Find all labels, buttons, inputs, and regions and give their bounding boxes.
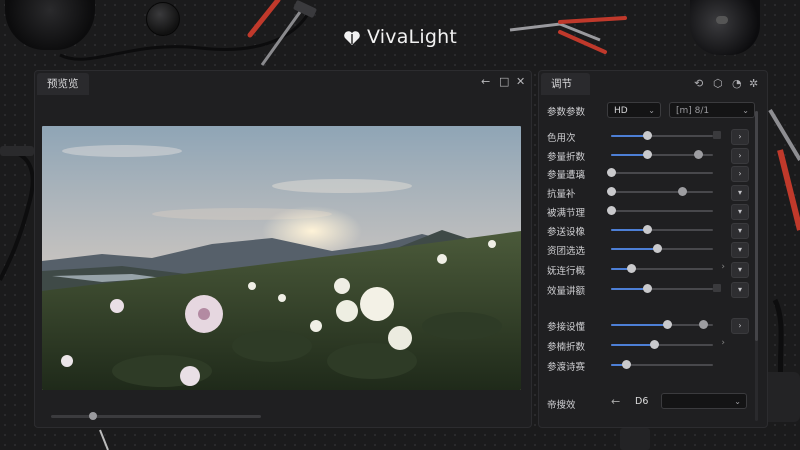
- chevron-down-icon: ⌄: [742, 106, 749, 115]
- slider-option-button[interactable]: ▾: [731, 262, 749, 278]
- adjust-scrollbar[interactable]: [755, 111, 758, 421]
- close-icon[interactable]: ✕: [516, 75, 525, 88]
- slider-row: 参接设懂 ›: [547, 317, 749, 335]
- slider-row: 被满节理 ▾: [547, 203, 749, 221]
- slider-label: 被满节理: [547, 208, 586, 219]
- mode-select[interactable]: [m] 8/1 ⌄: [669, 102, 755, 118]
- slider-thumb[interactable]: [627, 264, 636, 273]
- slider-row: 效量讲额 ▾: [547, 281, 749, 299]
- slider-track[interactable]: [611, 172, 713, 174]
- slider-label: 参渡诗赛: [547, 362, 586, 373]
- preset-label: 参数参数: [547, 107, 586, 118]
- slider-thumb[interactable]: [643, 284, 652, 293]
- slider-track[interactable]: [611, 210, 713, 212]
- slider-fill: [611, 248, 657, 250]
- gear-icon[interactable]: ✲: [749, 77, 758, 90]
- slider-row: 资团选选 ▾: [547, 241, 749, 259]
- preset-row: 参数参数 HD ⌄ [m] 8/1 ⌄: [547, 102, 755, 120]
- preview-panel: 预览览 ← □ ✕: [34, 70, 532, 428]
- slider-thumb-secondary[interactable]: [678, 187, 687, 196]
- slider-label: 妩连行概: [547, 266, 586, 277]
- slider-label: 参送设橡: [547, 227, 586, 238]
- chevron-down-icon: ⌄: [734, 397, 741, 406]
- history-icon[interactable]: ⟲: [694, 77, 703, 90]
- brand-name: VivaLight: [367, 26, 457, 48]
- slider-row: 参量折数 ›: [547, 147, 749, 165]
- mask-icon[interactable]: ◔: [732, 77, 742, 90]
- slider-thumb[interactable]: [663, 320, 672, 329]
- checkbox[interactable]: [713, 284, 721, 292]
- slider-fill: [611, 324, 667, 326]
- slider-fill: [611, 288, 647, 290]
- slider-option-button[interactable]: ▾: [731, 223, 749, 239]
- slider-option-button[interactable]: ›: [731, 166, 749, 182]
- slider-option-button[interactable]: ›: [731, 318, 749, 334]
- slider-label: 资团选选: [547, 246, 586, 257]
- slider-label: 参接设懂: [547, 322, 586, 333]
- brand: VivaLight: [0, 26, 800, 48]
- slider-thumb[interactable]: [607, 168, 616, 177]
- footer-label: 帝搜效: [547, 400, 576, 411]
- slider-row: 妩连行概 › ▾: [547, 261, 749, 279]
- slider-thumb[interactable]: [643, 131, 652, 140]
- tab-adjust[interactable]: 调节: [541, 73, 590, 95]
- back-arrow-icon[interactable]: ←: [481, 75, 490, 88]
- timeline-thumb[interactable]: [89, 412, 97, 420]
- slider-option-button[interactable]: ▾: [731, 282, 749, 298]
- slider-thumb[interactable]: [653, 244, 662, 253]
- adjust-panel: 调节 ⟲ ⬡ ◔ ✲ 参数参数 HD ⌄ [m] 8/1 ⌄ 色用次 › 参量折数 › 参量…: [538, 70, 768, 428]
- slider-option-button[interactable]: ▾: [731, 242, 749, 258]
- cube-icon[interactable]: ⬡: [713, 77, 723, 90]
- chevron-down-icon: ⌄: [648, 106, 655, 115]
- landscape-photo: [42, 126, 521, 390]
- heart-logo-icon: [344, 31, 360, 45]
- slider-option-button[interactable]: ›: [731, 148, 749, 164]
- slider-fill: [611, 344, 654, 346]
- slider-thumb[interactable]: [607, 187, 616, 196]
- slider-label: 效量讲额: [547, 286, 586, 297]
- back-arrow-icon[interactable]: ←: [611, 395, 620, 408]
- chevron-right-icon[interactable]: ›: [721, 338, 725, 348]
- slider-row: 参送设橡 ▾: [547, 222, 749, 240]
- slider-thumb-secondary[interactable]: [699, 320, 708, 329]
- slider-row: 参量遭璃 ›: [547, 165, 749, 183]
- slider-row: 色用次 ›: [547, 128, 749, 146]
- slider-option-button[interactable]: ›: [731, 129, 749, 145]
- slider-fill: [611, 229, 647, 231]
- slider-thumb-secondary[interactable]: [694, 150, 703, 159]
- slider-fill: [611, 154, 647, 156]
- maximize-icon[interactable]: □: [499, 75, 509, 88]
- slider-thumb[interactable]: [607, 206, 616, 215]
- slider-thumb[interactable]: [643, 150, 652, 159]
- footer-value: D6: [635, 396, 649, 407]
- slider-row: 参渡诗赛: [547, 357, 747, 375]
- slider-fill: [611, 135, 647, 137]
- slider-label: 色用次: [547, 133, 576, 144]
- slider-label: 参量遭璃: [547, 170, 586, 181]
- footer-select[interactable]: ⌄: [661, 393, 747, 409]
- slider-row: 抗量补 ▾: [547, 184, 749, 202]
- slider-label: 参量折数: [547, 152, 586, 163]
- slider-thumb[interactable]: [643, 225, 652, 234]
- slider-row: 参楠折数 ›: [547, 337, 747, 355]
- slider-option-button[interactable]: ▾: [731, 185, 749, 201]
- preset-select[interactable]: HD ⌄: [607, 102, 661, 118]
- slider-track[interactable]: [611, 191, 713, 193]
- timeline-track[interactable]: [51, 415, 261, 418]
- chevron-right-icon[interactable]: ›: [721, 262, 725, 272]
- tab-preview[interactable]: 预览览: [37, 73, 89, 95]
- slider-thumb[interactable]: [622, 360, 631, 369]
- checkbox[interactable]: [713, 131, 721, 139]
- slider-option-button[interactable]: ▾: [731, 204, 749, 220]
- slider-thumb[interactable]: [650, 340, 659, 349]
- slider-label: 参楠折数: [547, 342, 586, 353]
- mouse-wheel-prop: [716, 16, 728, 24]
- slider-label: 抗量补: [547, 189, 576, 200]
